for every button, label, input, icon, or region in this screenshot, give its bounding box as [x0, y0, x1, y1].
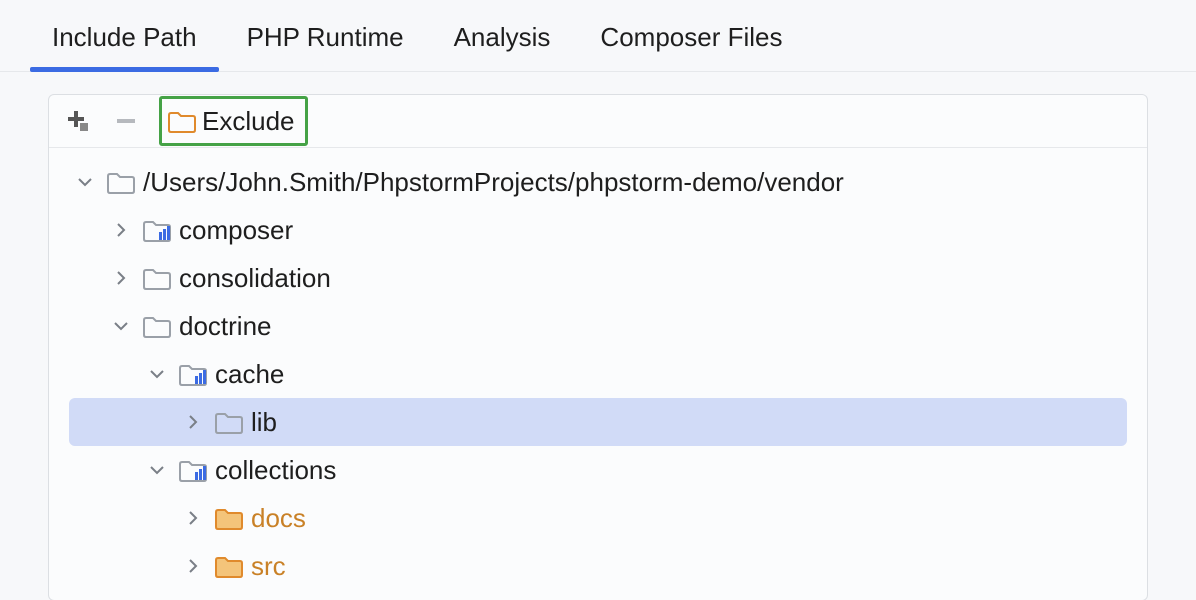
tree-row-label: lib — [251, 407, 277, 438]
folder-icon — [215, 410, 243, 434]
tree-root-label: /Users/John.Smith/PhpstormProjects/phpst… — [143, 167, 844, 198]
folder-excluded-icon — [215, 506, 243, 530]
chevron-right-icon[interactable] — [107, 222, 135, 238]
tab-composer-files[interactable]: Composer Files — [600, 22, 782, 71]
chevron-right-icon[interactable] — [179, 558, 207, 574]
tree-row-consolidation[interactable]: consolidation — [49, 254, 1147, 302]
add-icon — [66, 109, 90, 133]
chevron-down-icon[interactable] — [71, 174, 99, 190]
tree-row-label: doctrine — [179, 311, 272, 342]
tree-row-label: collections — [215, 455, 336, 486]
tree-row-cache[interactable]: cache — [49, 350, 1147, 398]
folder-icon — [143, 314, 171, 338]
chevron-down-icon[interactable] — [143, 366, 171, 382]
add-path-button[interactable] — [59, 102, 97, 140]
tree-row-docs[interactable]: docs — [49, 494, 1147, 542]
tree-row-doctrine[interactable]: doctrine — [49, 302, 1147, 350]
tab-include-path[interactable]: Include Path — [52, 22, 197, 71]
tab-analysis[interactable]: Analysis — [454, 22, 551, 71]
folder-excluded-icon — [168, 109, 196, 133]
tree-row-composer[interactable]: composer — [49, 206, 1147, 254]
tree-row-lib[interactable]: lib — [69, 398, 1127, 446]
include-path-panel: Exclude /Users/John.Smith/PhpstormProjec… — [48, 94, 1148, 600]
tree-row-label: cache — [215, 359, 284, 390]
exclude-button-label: Exclude — [202, 106, 295, 137]
chevron-down-icon[interactable] — [107, 318, 135, 334]
tree-row-label: docs — [251, 503, 306, 534]
tree-row-label: src — [251, 551, 286, 582]
tree-row-label: consolidation — [179, 263, 331, 294]
tree-row-label: composer — [179, 215, 293, 246]
folder-icon — [143, 266, 171, 290]
tabs-bar: Include Path PHP Runtime Analysis Compos… — [0, 0, 1196, 72]
remove-path-button[interactable] — [107, 102, 145, 140]
folder-excluded-icon — [215, 554, 243, 578]
remove-icon — [114, 109, 138, 133]
chevron-down-icon[interactable] — [143, 462, 171, 478]
directory-tree: /Users/John.Smith/PhpstormProjects/phpst… — [49, 148, 1147, 600]
exclude-button[interactable]: Exclude — [159, 96, 308, 146]
chevron-right-icon[interactable] — [179, 510, 207, 526]
tab-php-runtime[interactable]: PHP Runtime — [247, 22, 404, 71]
folder-source-icon — [179, 362, 207, 386]
folder-source-icon — [143, 218, 171, 242]
tree-root-row[interactable]: /Users/John.Smith/PhpstormProjects/phpst… — [49, 158, 1147, 206]
folder-source-icon — [179, 458, 207, 482]
tree-row-collections[interactable]: collections — [49, 446, 1147, 494]
tree-row-src[interactable]: src — [49, 542, 1147, 590]
chevron-right-icon[interactable] — [179, 414, 207, 430]
folder-icon — [107, 170, 135, 194]
chevron-right-icon[interactable] — [107, 270, 135, 286]
toolbar: Exclude — [49, 95, 1147, 148]
